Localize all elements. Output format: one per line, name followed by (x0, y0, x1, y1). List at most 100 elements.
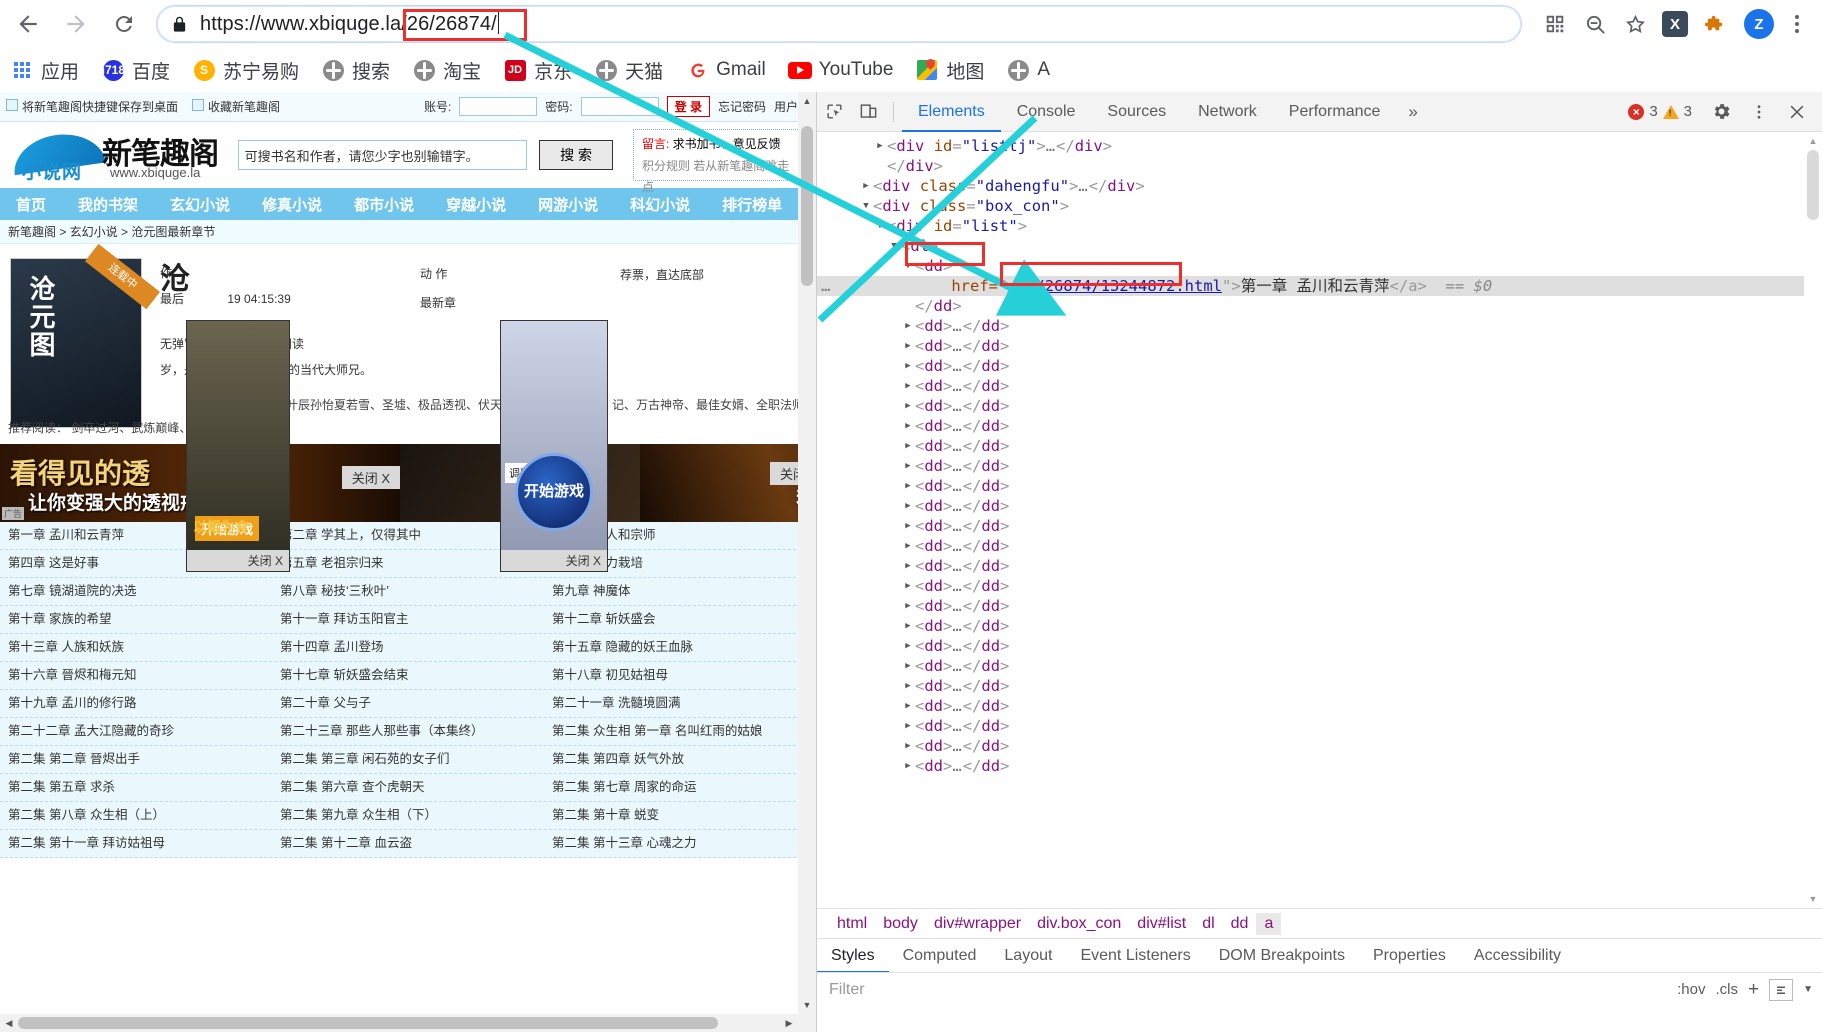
dom-node-dd-collapsed[interactable]: <dd>…</dd> (817, 556, 1805, 576)
site-search-input[interactable]: 可搜书名和作者，请您少字也别输错字。 (237, 140, 528, 170)
filter-input[interactable]: Filter (817, 981, 1677, 999)
dom-node-dd-collapsed[interactable]: <dd>…</dd> (817, 536, 1805, 556)
chevron-down-icon[interactable]: ▼ (1803, 984, 1813, 995)
vote-link[interactable]: 荐票，直达底部 (620, 266, 704, 283)
ad-close-button[interactable]: 关闭 X (341, 466, 400, 489)
scroll-left-arrow[interactable]: ◀ (0, 1014, 18, 1032)
href-value[interactable]: 26/26874/13244872.html (1017, 276, 1222, 296)
chevron-right-icon[interactable] (901, 476, 915, 496)
nav-item-bookshelf[interactable]: 我的书架 (62, 194, 154, 215)
extensions-puzzle-icon[interactable] (1696, 5, 1734, 43)
dom-node-dd-collapsed[interactable]: <dd>…</dd> (817, 676, 1805, 696)
breadcrumb-item-a[interactable]: a (1256, 912, 1282, 935)
popup-ad-left[interactable]: 开始游戏 以鲲为食 关闭 X (186, 320, 290, 572)
dom-node-dd-collapsed[interactable]: <dd>…</dd> (817, 376, 1805, 396)
close-icon[interactable] (1780, 96, 1814, 128)
bookmark-a[interactable]: A (1006, 58, 1050, 82)
chapter-link[interactable]: 第十二章 斩妖盛会 (544, 606, 816, 633)
chapter-link[interactable]: 第二集 第十一章 拜访姑祖母 (0, 830, 272, 857)
tab-styles[interactable]: Styles (817, 939, 889, 973)
bookmark-taobao[interactable]: 淘宝 (412, 57, 481, 84)
bookmark-search[interactable]: 搜索 (321, 57, 390, 84)
chevron-down-icon[interactable] (901, 256, 915, 276)
tab-console[interactable]: Console (1001, 92, 1092, 132)
nav-item-home[interactable]: 首页 (0, 194, 62, 215)
chapter-link[interactable]: 第二集 第七章 周家的命运 (544, 774, 816, 801)
tab-layout[interactable]: Layout (990, 939, 1066, 973)
device-toolbar-icon[interactable] (851, 96, 885, 128)
breadcrumb-item-list[interactable]: div#list (1129, 913, 1194, 935)
tab-sources[interactable]: Sources (1091, 92, 1182, 132)
chapter-link[interactable]: 第十四章 孟川登场 (272, 634, 544, 661)
chapter-link[interactable]: 第二集 第十二章 血云盗 (272, 830, 544, 857)
dom-node-dd-collapsed[interactable]: <dd>…</dd> (817, 616, 1805, 636)
bookmark-gmail[interactable]: Gmail (685, 58, 766, 82)
bookmark-tmall[interactable]: 天猫 (594, 57, 663, 84)
dom-tree-scrollbar[interactable]: ▲ ▼ (1804, 132, 1822, 908)
dom-node-box-con[interactable]: <div class="box_con"> (817, 196, 1805, 216)
bookmark-apps[interactable]: 应用 (10, 57, 79, 84)
save-shortcut-link[interactable]: 将新笔趣阁快捷键保存到桌面 (6, 98, 178, 115)
chapter-link[interactable]: 第二集 第四章 妖气外放 (544, 746, 816, 773)
chapter-link[interactable]: 第十章 家族的希望 (0, 606, 272, 633)
chevron-right-icon[interactable] (901, 616, 915, 636)
chevron-right-icon[interactable] (901, 456, 915, 476)
chevron-right-icon[interactable] (901, 496, 915, 516)
three-dot-menu-icon[interactable] (1782, 15, 1812, 33)
chapter-link[interactable]: 第二十章 父与子 (272, 690, 544, 717)
chevron-right-icon[interactable] (901, 636, 915, 656)
chapter-link[interactable]: 第二集 第八章 众生相（上） (0, 802, 272, 829)
forgot-password-link[interactable]: 忘记密码 (718, 98, 766, 115)
chapter-link[interactable]: 第二集 第二章 晉烬出手 (0, 746, 272, 773)
breadcrumb-item-body[interactable]: body (875, 913, 926, 935)
hscroll-thumb[interactable] (18, 1017, 718, 1029)
back-arrow-icon[interactable] (8, 4, 48, 44)
popup-ad-right[interactable]: 调整脸部face 开始游戏 关闭 X (500, 320, 608, 572)
href-value-prefix[interactable]: / (1007, 276, 1016, 296)
chevron-right-icon[interactable] (901, 736, 915, 756)
chevron-right-icon[interactable] (901, 416, 915, 436)
tab-dom-breakpoints[interactable]: DOM Breakpoints (1205, 939, 1359, 973)
dom-node-dd-open[interactable]: <dd> (817, 256, 1805, 276)
chapter-link[interactable]: 第二十二章 孟大江隐藏的奇珍 (0, 718, 272, 745)
tab-event-listeners[interactable]: Event Listeners (1066, 939, 1204, 973)
dom-node-dd-collapsed[interactable]: <dd>…</dd> (817, 576, 1805, 596)
chevron-right-icon[interactable] (901, 756, 915, 776)
tab-network[interactable]: Network (1182, 92, 1273, 132)
avatar[interactable]: Z (1744, 9, 1774, 39)
book-cover[interactable]: 沧元图 连载中 (10, 243, 160, 428)
vscroll-thumb[interactable] (801, 126, 813, 286)
address-bar[interactable]: https://www.xbiquge.la/26/26874/ (156, 5, 1522, 43)
chevron-down-icon[interactable] (873, 216, 887, 236)
dom-scroll-thumb[interactable] (1807, 150, 1819, 220)
reload-icon[interactable] (104, 4, 144, 44)
popup-ad-left-close[interactable]: 关闭 X (187, 550, 289, 571)
add-style-rule-button[interactable]: + (1748, 979, 1759, 1001)
dom-node-dd-collapsed[interactable]: <dd>…</dd> (817, 696, 1805, 716)
popup-ad-right-start-button[interactable]: 开始游戏 (515, 453, 593, 531)
dom-node-dd-collapsed[interactable]: <dd>…</dd> (817, 356, 1805, 376)
dom-node-dd-collapsed[interactable]: <dd>…</dd> (817, 316, 1805, 336)
nav-item-wangyou[interactable]: 网游小说 (522, 194, 614, 215)
status-badge[interactable]: × 3 3 (1620, 101, 1700, 122)
dom-node-anchor-selected[interactable]: … href= "/26/26874/13244872.html " > 第一章 孟川和… (817, 276, 1805, 296)
dom-node-dd-collapsed[interactable]: <dd>…</dd> (817, 416, 1805, 436)
chevron-right-icon[interactable] (873, 136, 887, 156)
chevron-right-icon[interactable] (901, 556, 915, 576)
account-input[interactable] (459, 97, 538, 116)
chapter-link[interactable]: 第十三章 人族和妖族 (0, 634, 272, 661)
page-vertical-scrollbar[interactable]: ▲ ▼ (798, 92, 816, 1032)
bookmark-maps[interactable]: 地图 (915, 57, 984, 84)
chevron-right-icon[interactable] (901, 716, 915, 736)
chevron-right-icon[interactable] (901, 576, 915, 596)
bookmark-suning[interactable]: S 苏宁易购 (192, 57, 299, 84)
password-input[interactable] (580, 97, 659, 116)
bookmark-baidu[interactable]: \u718a 百度 (94, 57, 170, 84)
chapter-link[interactable]: 第十一章 拜访玉阳官主 (272, 606, 544, 633)
dom-node-dd-collapsed[interactable]: <dd>…</dd> (817, 756, 1805, 776)
chapter-link[interactable]: 第九章 神魔体 (544, 578, 816, 605)
tab-computed[interactable]: Computed (889, 939, 991, 973)
chevron-right-icon[interactable] (901, 356, 915, 376)
chapter-link[interactable]: 第二集 第三章 闲石苑的女子们 (272, 746, 544, 773)
nav-item-chuanyue[interactable]: 穿越小说 (430, 194, 522, 215)
